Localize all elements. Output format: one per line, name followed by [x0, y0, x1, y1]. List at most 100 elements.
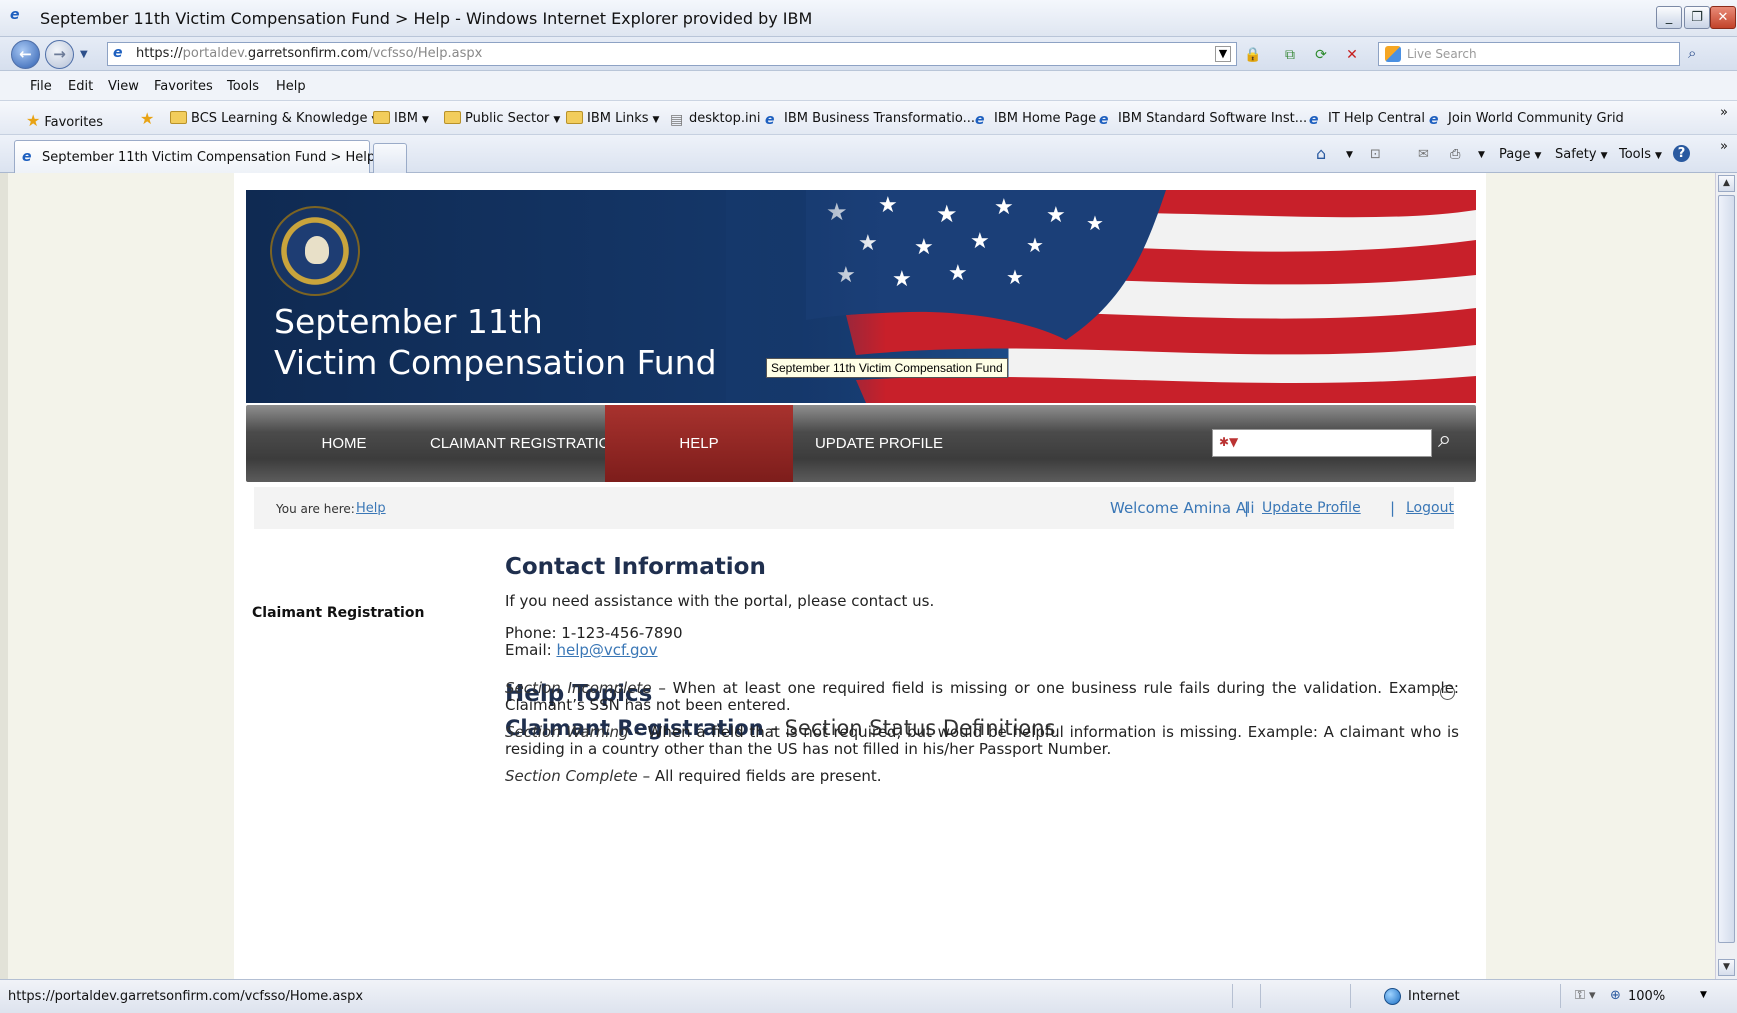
separator: |: [1244, 499, 1250, 517]
fav-ibm-links[interactable]: IBM Links ▼: [566, 111, 659, 126]
zoom-dropdown-icon[interactable]: ▼: [1700, 990, 1707, 1000]
stop-icon[interactable]: ✕: [1342, 45, 1362, 65]
protected-mode-icon[interactable]: ⚿ ▾: [1575, 988, 1596, 1003]
scroll-thumb[interactable]: [1718, 195, 1735, 943]
svg-text:★: ★: [1046, 203, 1066, 228]
help-icon[interactable]: ?: [1673, 145, 1690, 162]
home-dropdown-icon[interactable]: ▼: [1346, 150, 1353, 160]
site-search-icon[interactable]: ⌕: [1438, 425, 1451, 453]
feeds-icon[interactable]: ⊡: [1370, 147, 1381, 162]
page-menu[interactable]: Page ▼: [1499, 147, 1541, 162]
separator: |: [1390, 499, 1396, 517]
page-icon: e: [113, 45, 123, 61]
logout-link[interactable]: Logout: [1406, 500, 1454, 516]
fav-desktop-ini[interactable]: ▤ desktop.ini: [670, 111, 760, 128]
fav-public-sector[interactable]: Public Sector ▼: [444, 111, 560, 126]
menu-edit[interactable]: Edit: [68, 79, 93, 94]
vertical-scrollbar[interactable]: ▲ ▼: [1715, 173, 1737, 979]
forward-button[interactable]: →: [45, 40, 74, 69]
globe-icon: [1384, 988, 1401, 1005]
zoom-level[interactable]: 100%: [1628, 989, 1665, 1004]
menu-view[interactable]: View: [108, 79, 139, 94]
compatibility-icon[interactable]: ⧉: [1280, 45, 1300, 65]
live-search-field[interactable]: Live Search: [1378, 42, 1680, 66]
email-link[interactable]: help@vcf.gov: [556, 641, 657, 659]
print-dropdown-icon[interactable]: ▼: [1478, 150, 1485, 160]
refresh-icon[interactable]: ⟳: [1311, 45, 1331, 65]
breadcrumb-label: You are here:: [276, 502, 355, 516]
security-zone[interactable]: Internet: [1408, 989, 1460, 1004]
menu-help[interactable]: Help: [276, 79, 306, 94]
ie-page-icon: e: [975, 112, 985, 128]
doj-seal-logo: [270, 206, 360, 296]
url-text[interactable]: https://portaldev.garretsonfirm.com/vcfs…: [136, 46, 482, 61]
search-icon[interactable]: ⌕: [1688, 44, 1696, 62]
breadcrumb-bar: You are here: Help Welcome Amina Ali | U…: [254, 487, 1454, 529]
fav-ibm[interactable]: IBM ▼: [373, 111, 429, 126]
breadcrumb-help-link[interactable]: Help: [356, 501, 386, 516]
folder-icon: [373, 111, 390, 124]
menu-bar: File Edit View Favorites Tools Help: [0, 71, 1737, 101]
fav-ibm-business-transformation[interactable]: e IBM Business Transformatio...: [765, 111, 975, 128]
print-icon[interactable]: ⎙: [1450, 147, 1460, 162]
safety-menu[interactable]: Safety ▼: [1555, 147, 1608, 162]
update-profile-link[interactable]: Update Profile: [1262, 500, 1361, 516]
scroll-up-icon[interactable]: ▲: [1718, 175, 1735, 192]
favorites-button[interactable]: ★ Favorites: [26, 111, 103, 130]
window-title-bar: e September 11th Victim Compensation Fun…: [0, 0, 1737, 37]
home-icon[interactable]: ⌂: [1316, 144, 1326, 163]
ie-page-icon: e: [22, 149, 32, 165]
search-placeholder: Live Search: [1407, 47, 1477, 61]
ie-logo-icon: e: [10, 7, 20, 23]
recent-pages-dropdown-icon[interactable]: ▼: [80, 49, 88, 60]
main-nav-bar: HOME CLAIMANT REGISTRATION HELP UPDATE P…: [246, 405, 1476, 482]
svg-text:★: ★: [1026, 233, 1044, 257]
restore-button[interactable]: ❐: [1684, 6, 1710, 29]
tools-menu[interactable]: Tools ▼: [1619, 147, 1662, 162]
nav-claimant-registration[interactable]: CLAIMANT REGISTRATION: [430, 405, 621, 482]
scroll-down-icon[interactable]: ▼: [1718, 959, 1735, 976]
menu-favorites[interactable]: Favorites: [154, 79, 213, 94]
mail-icon[interactable]: ✉: [1418, 147, 1429, 162]
fav-join-world-community-grid[interactable]: e Join World Community Grid: [1429, 111, 1624, 128]
tab-active[interactable]: e September 11th Victim Compensation Fun…: [14, 140, 375, 173]
banner-tooltip: September 11th Victim Compensation Fund: [766, 358, 1008, 378]
fav-ibm-standard-software[interactable]: e IBM Standard Software Inst...: [1099, 111, 1307, 128]
tab-row: e September 11th Victim Compensation Fun…: [0, 135, 1737, 173]
zoom-icon[interactable]: ⊕: [1610, 988, 1621, 1003]
site-container: ★★ ★★ ★★ ★★ ★★ ★★ ★★ September 11th Vict…: [234, 173, 1486, 979]
address-dropdown-icon[interactable]: ▼: [1215, 46, 1231, 62]
status-bar: https://portaldev.garretsonfirm.com/vcfs…: [0, 979, 1737, 1013]
minimize-button[interactable]: _: [1656, 6, 1682, 29]
add-favorite-icon[interactable]: ★: [140, 109, 154, 128]
command-overflow-icon[interactable]: »: [1720, 139, 1728, 154]
new-tab-button[interactable]: [373, 143, 407, 173]
menu-file[interactable]: File: [30, 79, 52, 94]
site-banner: ★★ ★★ ★★ ★★ ★★ ★★ ★★ September 11th Vict…: [246, 190, 1476, 403]
ie-page-icon: e: [1099, 112, 1109, 128]
close-window-button[interactable]: ✕: [1710, 6, 1736, 29]
svg-text:★: ★: [1086, 211, 1104, 235]
nav-help[interactable]: HELP: [605, 405, 793, 482]
file-icon: ▤: [670, 112, 684, 128]
fav-ibm-home-page[interactable]: e IBM Home Page: [975, 111, 1096, 128]
nav-home[interactable]: HOME: [258, 405, 430, 482]
svg-text:★: ★: [948, 261, 968, 286]
sidebar-item-claimant-registration[interactable]: Claimant Registration: [252, 605, 424, 621]
contact-phone: Phone: 1-123-456-7890: [505, 624, 683, 642]
address-field[interactable]: e https://portaldev.garretsonfirm.com/vc…: [107, 42, 1237, 66]
menu-tools[interactable]: Tools: [227, 79, 259, 94]
nav-update-profile[interactable]: UPDATE PROFILE: [793, 405, 965, 482]
status-url: https://portaldev.garretsonfirm.com/vcfs…: [8, 989, 364, 1004]
favorites-overflow-icon[interactable]: »: [1720, 105, 1728, 120]
site-title-line1: September 11th: [274, 302, 543, 341]
fav-it-help-central[interactable]: e IT Help Central: [1309, 111, 1425, 128]
svg-text:★: ★: [994, 195, 1014, 220]
search-scope-dropdown-icon[interactable]: ✱▼: [1219, 435, 1238, 449]
back-button[interactable]: ←: [11, 40, 40, 69]
site-title-line2: Victim Compensation Fund: [274, 343, 717, 382]
contact-heading: Contact Information: [505, 554, 766, 580]
site-search-input[interactable]: ✱▼: [1212, 429, 1432, 457]
lock-icon[interactable]: 🔒: [1243, 45, 1263, 65]
fav-bcs-learning[interactable]: BCS Learning & Knowledge▼: [170, 111, 378, 126]
